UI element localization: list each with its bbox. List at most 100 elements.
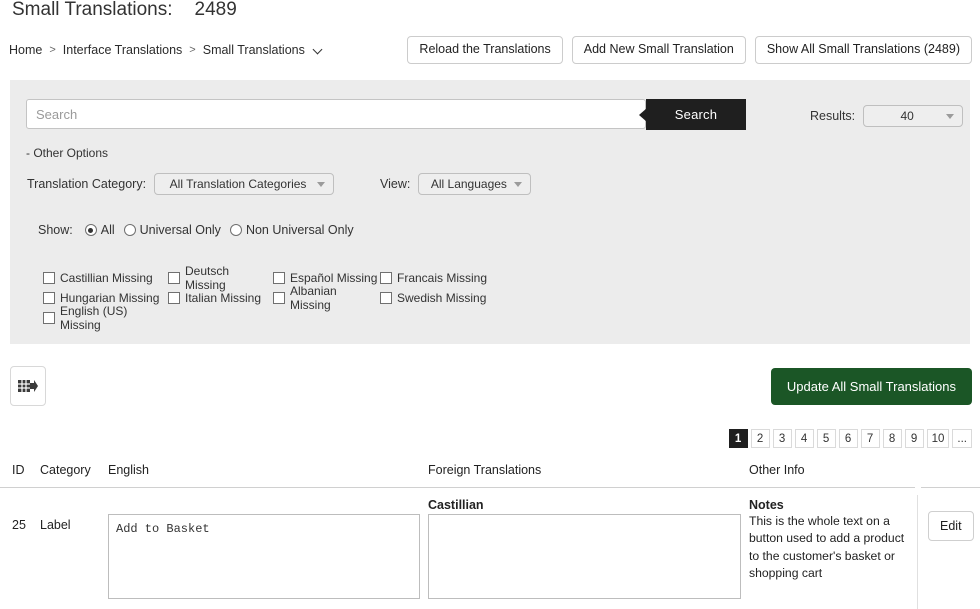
filter-panel: Search Results: 40 - Other Options Trans… <box>10 80 970 344</box>
view-select[interactable]: All Languages <box>418 173 532 195</box>
checkbox-label: English (US) Missing <box>60 303 128 332</box>
chevron-down-icon[interactable] <box>314 45 324 55</box>
row-id: 25 <box>12 518 26 532</box>
checkbox-indicator <box>43 291 55 304</box>
notes-title: Notes <box>749 498 784 512</box>
column-header-foreign-translations: Foreign Translations <box>428 463 542 477</box>
table-export-icon <box>18 380 38 392</box>
column-header-english: English <box>108 463 149 477</box>
breadcrumb-item-home[interactable]: Home <box>9 43 42 57</box>
page-button-7[interactable]: 7 <box>860 429 880 448</box>
notes-block: Notes This is the whole text on a button… <box>749 498 909 582</box>
other-options-toggle[interactable]: - Other Options <box>26 146 108 160</box>
breadcrumb-item-small-translations[interactable]: Small Translations <box>203 43 305 57</box>
column-header-id: ID <box>12 463 25 477</box>
search-button[interactable]: Search <box>639 99 746 130</box>
show-radio-group: Show: All Universal Only Non Universal O… <box>38 223 363 237</box>
page-button-9[interactable]: 9 <box>904 429 924 448</box>
checkbox-label: Castillian Missing <box>60 270 153 285</box>
checkbox-indicator <box>43 271 55 284</box>
page-button-10[interactable]: 10 <box>926 429 950 448</box>
page-button-5[interactable]: 5 <box>816 429 836 448</box>
chevron-down-icon <box>514 182 523 187</box>
view-group: View: All Languages <box>380 173 532 195</box>
checkbox-francais-missing[interactable]: Francais Missing <box>380 268 490 287</box>
radio-show-universal-only[interactable]: Universal Only <box>123 223 221 237</box>
breadcrumb-separator: > <box>49 44 56 56</box>
checkbox-label: Español Missing <box>290 270 378 285</box>
checkbox-indicator <box>273 271 285 284</box>
search-input[interactable] <box>26 99 646 129</box>
checkbox-indicator <box>43 311 55 324</box>
reload-translations-button[interactable]: Reload the Translations <box>407 36 563 64</box>
radio-label: All <box>100 223 115 237</box>
results-per-page-select[interactable]: 40 <box>863 105 964 127</box>
filters-row: Translation Category: All Translation Ca… <box>27 173 532 195</box>
checkbox-label: Swedish Missing <box>397 290 487 305</box>
translation-count: 2489 <box>194 0 237 20</box>
castillian-label: Castillian <box>428 498 484 512</box>
view-label: View: <box>380 177 411 191</box>
checkbox-label: Francais Missing <box>397 270 488 285</box>
search-row <box>26 99 646 129</box>
checkbox-indicator <box>380 291 392 304</box>
checkbox-italian-missing[interactable]: Italian Missing <box>168 288 273 307</box>
header-divider <box>0 487 915 488</box>
edit-button[interactable]: Edit <box>928 511 974 541</box>
results-per-page-value: 40 <box>900 109 914 123</box>
checkbox-swedish-missing[interactable]: Swedish Missing <box>380 288 490 307</box>
radio-indicator <box>229 224 242 236</box>
header-divider-edit <box>921 487 980 488</box>
checkbox-label: Hungarian Missing <box>60 290 160 305</box>
checkbox-label: Italian Missing <box>185 290 262 305</box>
page-button-3[interactable]: 3 <box>772 429 792 448</box>
missing-checkbox-group: Castillian Missing Deutsch Missing Españ… <box>43 264 503 332</box>
radio-show-all[interactable]: All <box>84 223 115 237</box>
page-title-text: Small Translations: <box>12 0 173 20</box>
row-category: Label <box>40 518 71 532</box>
checkbox-deutsch-missing[interactable]: Deutsch Missing <box>168 264 273 292</box>
pagination: 1 2 3 4 5 6 7 8 9 10 ... <box>728 429 972 448</box>
checkbox-indicator <box>168 271 180 284</box>
header-actions: Reload the Translations Add New Small Tr… <box>407 36 972 64</box>
checkbox-indicator <box>273 291 285 304</box>
chevron-down-icon <box>946 114 955 119</box>
translation-category-select[interactable]: All Translation Categories <box>154 173 335 195</box>
page-button-8[interactable]: 8 <box>882 429 902 448</box>
breadcrumb-separator: > <box>189 44 196 56</box>
edit-column-divider <box>917 495 918 609</box>
radio-indicator <box>123 224 136 236</box>
checkbox-english-us-missing[interactable]: English (US) Missing <box>43 304 168 332</box>
breadcrumb: Home > Interface Translations > Small Tr… <box>9 43 324 57</box>
page-button-1[interactable]: 1 <box>728 429 748 448</box>
radio-show-non-universal-only[interactable]: Non Universal Only <box>229 223 354 237</box>
radio-label: Universal Only <box>139 223 221 237</box>
export-button[interactable] <box>10 366 46 406</box>
page-button-4[interactable]: 4 <box>794 429 814 448</box>
page-button-2[interactable]: 2 <box>750 429 770 448</box>
notes-text: This is the whole text on a button used … <box>749 514 905 580</box>
castillian-textarea[interactable] <box>428 514 741 599</box>
translation-category-value: All Translation Categories <box>169 177 307 191</box>
page-button-6[interactable]: 6 <box>838 429 858 448</box>
show-label: Show: <box>38 223 73 237</box>
update-all-small-translations-button[interactable]: Update All Small Translations <box>770 368 972 405</box>
english-textarea[interactable] <box>108 514 420 599</box>
show-all-small-translations-button[interactable]: Show All Small Translations (2489) <box>754 36 972 64</box>
breadcrumb-item-interface-translations[interactable]: Interface Translations <box>63 43 183 57</box>
results-selector: Results: 40 <box>810 105 964 127</box>
column-header-other-info: Other Info <box>749 463 805 477</box>
radio-indicator <box>84 224 97 236</box>
checkbox-castillian-missing[interactable]: Castillian Missing <box>43 268 168 287</box>
page-title: Small Translations: 2489 <box>12 0 237 21</box>
view-value: All Languages <box>430 177 507 191</box>
checkbox-albanian-missing[interactable]: Albanian Missing <box>273 284 380 312</box>
radio-label: Non Universal Only <box>245 223 354 237</box>
chevron-down-icon <box>317 182 326 187</box>
checkbox-indicator <box>380 271 392 284</box>
column-header-category: Category <box>40 463 91 477</box>
page-button-more[interactable]: ... <box>952 429 972 448</box>
checkbox-label: Albanian Missing <box>290 283 337 312</box>
translation-category-label: Translation Category: <box>27 177 147 191</box>
add-new-small-translation-button[interactable]: Add New Small Translation <box>571 36 746 64</box>
